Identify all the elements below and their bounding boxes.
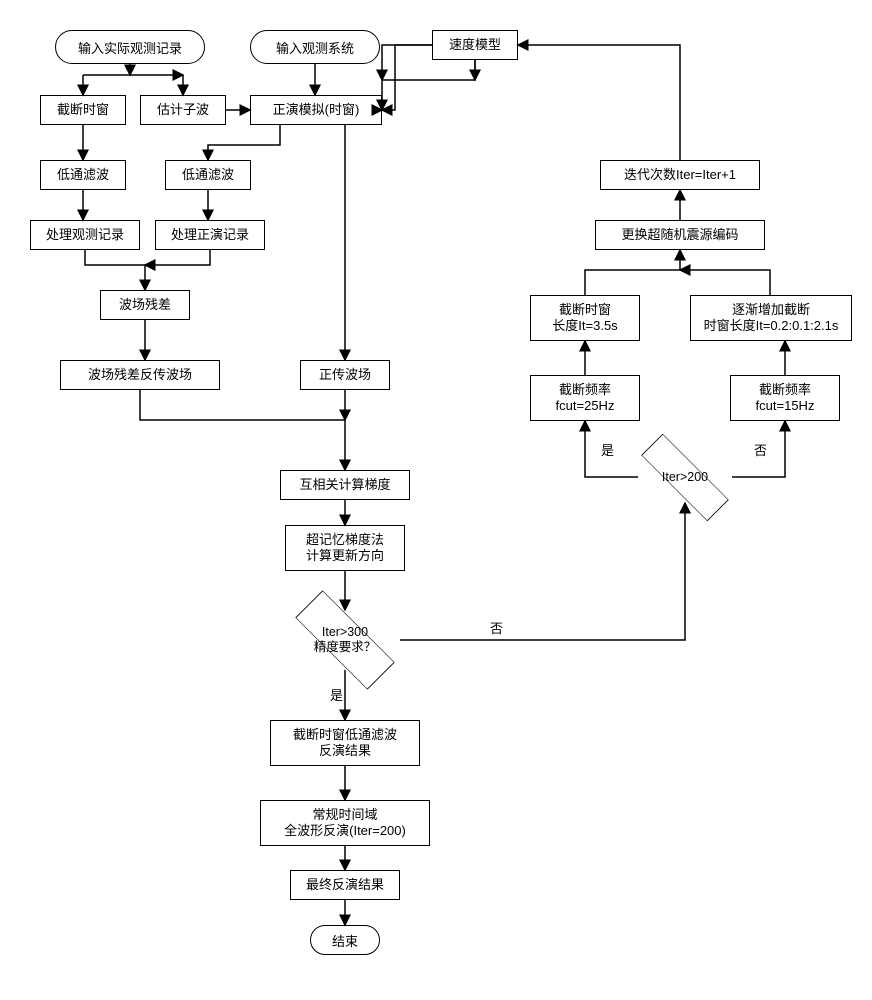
flowchart-arrows xyxy=(0,0,872,1000)
flowchart-canvas: 输入实际观测记录 输入观测系统 截断时窗 估计子波 正演模拟(时窗) 速度模型 … xyxy=(0,0,872,1000)
